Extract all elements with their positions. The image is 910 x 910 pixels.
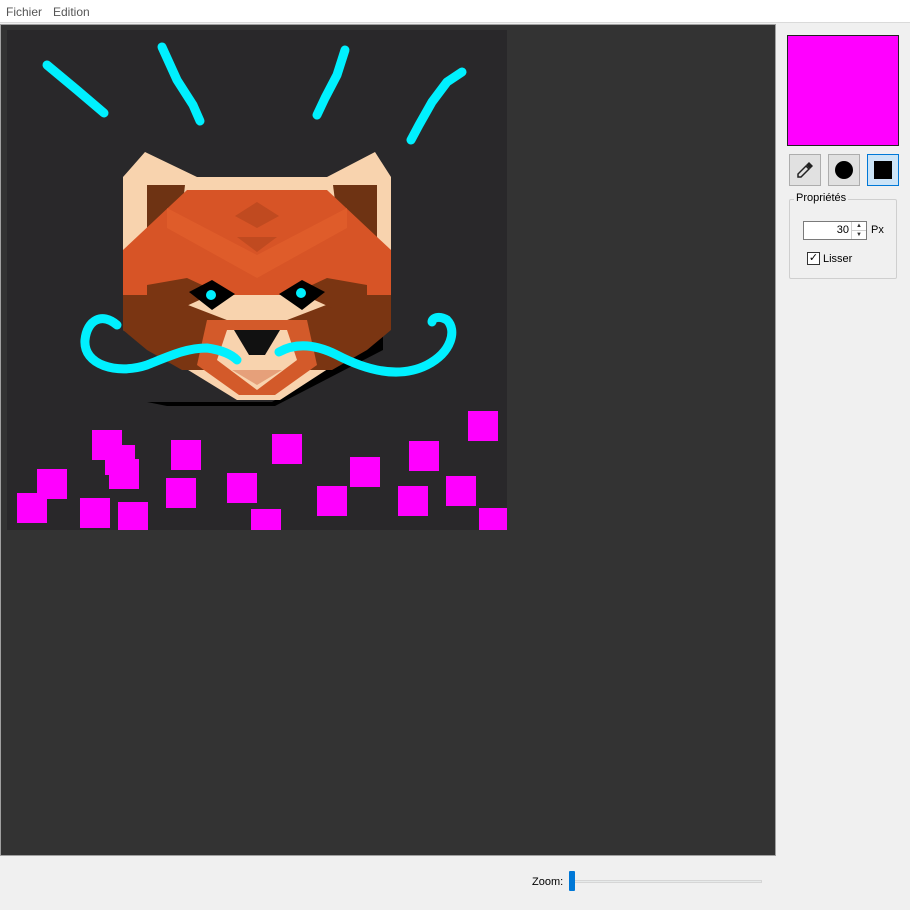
- spin-buttons: ▲ ▼: [851, 222, 866, 239]
- zoom-label: Zoom:: [532, 876, 564, 888]
- checkmark-icon: ✓: [808, 252, 819, 264]
- square-icon: [874, 161, 892, 179]
- red-panda-illustration: [123, 152, 391, 406]
- canvas-area[interactable]: [0, 24, 776, 856]
- circle-brush-button[interactable]: [828, 154, 860, 186]
- circle-icon: [835, 161, 853, 179]
- smooth-label: Lisser: [823, 253, 853, 265]
- current-color-swatch[interactable]: [787, 35, 899, 146]
- eyedropper-tool-button[interactable]: [789, 154, 821, 186]
- zoom-slider-track[interactable]: [569, 880, 762, 883]
- brush-size-value[interactable]: 30: [837, 224, 849, 236]
- properties-group: Propriétés 30 ▲ ▼ Px ✓ Lisser: [789, 192, 897, 279]
- properties-title: Propriétés: [794, 192, 849, 204]
- drawing-artwork: [17, 42, 507, 532]
- smooth-checkbox[interactable]: ✓: [807, 252, 820, 265]
- spin-down-icon[interactable]: ▼: [852, 231, 866, 239]
- menu-fichier[interactable]: Fichier: [6, 5, 42, 19]
- drawing-canvas[interactable]: [7, 30, 507, 532]
- menu-bar: Fichier Edition: [0, 0, 910, 23]
- zoom-slider-thumb[interactable]: [569, 871, 575, 891]
- square-brush-button[interactable]: [867, 154, 899, 186]
- spin-up-icon[interactable]: ▲: [852, 222, 866, 231]
- brush-size-spinbox[interactable]: 30 ▲ ▼: [803, 221, 867, 240]
- menu-edition[interactable]: Edition: [53, 5, 90, 19]
- magenta-square-stamps: [17, 411, 507, 532]
- eyedropper-icon: [797, 162, 813, 178]
- size-unit-label: Px: [871, 224, 884, 236]
